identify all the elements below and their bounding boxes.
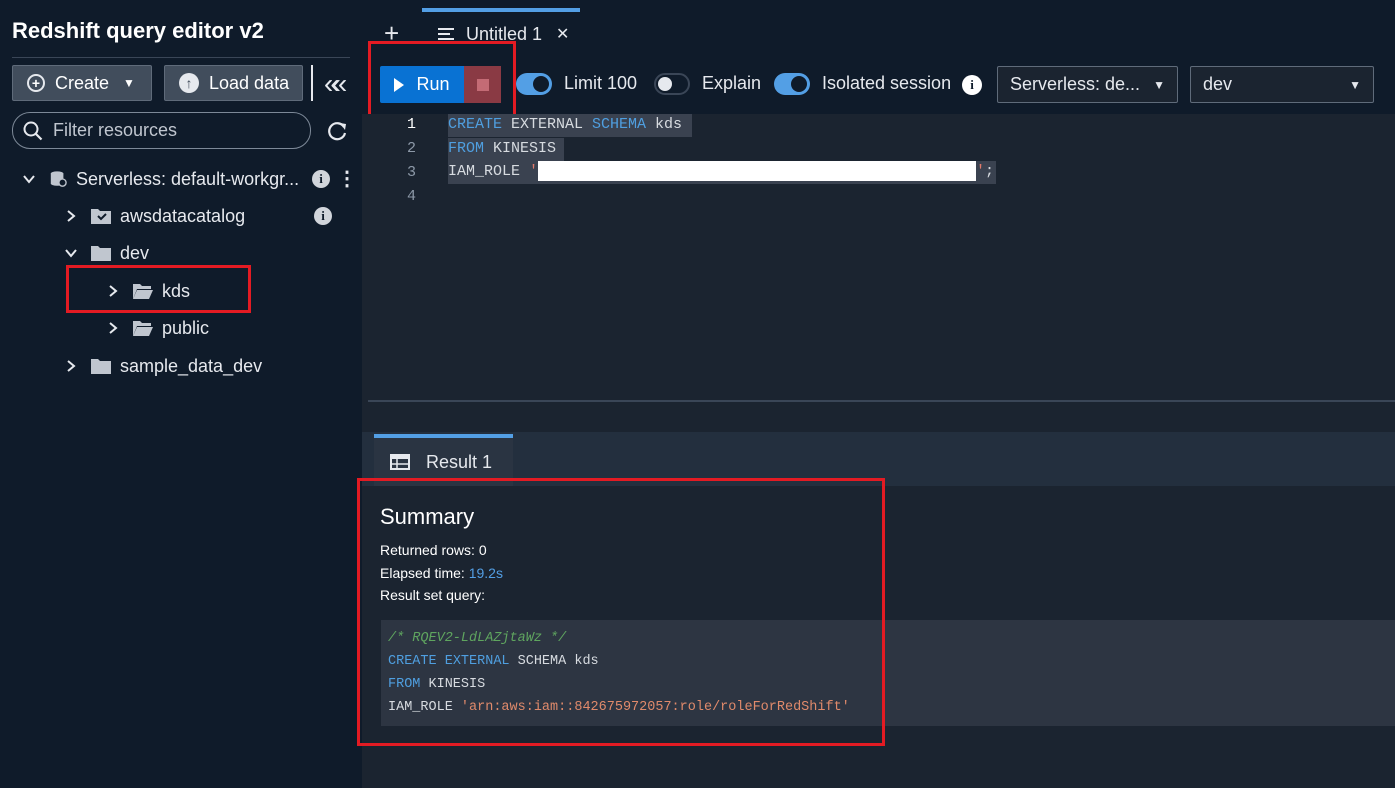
- sql-keyword: FROM: [448, 140, 485, 157]
- results-spacer: [368, 402, 1395, 432]
- tree-item-label: awsdatacatalog: [120, 205, 246, 226]
- sql-string-quote: ': [976, 163, 986, 180]
- refresh-icon[interactable]: [326, 120, 348, 142]
- info-icon[interactable]: i: [314, 207, 332, 225]
- info-icon[interactable]: i: [962, 75, 982, 95]
- chevron-down-icon: [23, 175, 35, 184]
- sql-keyword: SCHEMA: [592, 116, 647, 133]
- redacted-iam-role: [538, 161, 977, 182]
- line-number: 3: [406, 164, 416, 181]
- code-line-1: CREATE EXTERNAL SCHEMA kds: [448, 114, 693, 137]
- sql-text: IAM_ROLE: [448, 163, 530, 180]
- database-select[interactable]: dev ▼: [1190, 66, 1374, 103]
- tree-item-workgroup[interactable]: Serverless: default-workgr...: [22, 164, 299, 194]
- table-icon: [390, 454, 410, 470]
- open-folder-icon: [133, 321, 153, 336]
- folder-icon: [91, 246, 111, 261]
- tree-item-awsdatacatalog[interactable]: awsdatacatalog: [64, 201, 245, 231]
- limit-100-toggle[interactable]: [516, 73, 552, 95]
- highlight-box-summary: [357, 478, 885, 746]
- load-data-label: Load data: [209, 72, 290, 93]
- tree-item-label: dev: [120, 242, 150, 263]
- editor-tab-icon: [438, 28, 454, 40]
- sql-text: EXTERNAL: [502, 116, 593, 133]
- collapse-sidebar-icon[interactable]: ««: [324, 68, 347, 100]
- tab-label: Result 1: [426, 451, 493, 472]
- tree-item-dev[interactable]: dev: [64, 238, 149, 268]
- isolated-session-label: Isolated session: [822, 73, 952, 93]
- database-select-value: dev: [1203, 74, 1233, 94]
- tree-item-public[interactable]: public: [106, 313, 209, 343]
- title-divider: [12, 57, 350, 58]
- caret-down-icon: ▼: [1153, 77, 1165, 92]
- code-line-3: IAM_ROLE ' ';: [448, 161, 997, 184]
- line-number: 1: [406, 116, 416, 133]
- chevron-right-icon: [109, 322, 118, 334]
- sql-text: ;: [985, 163, 995, 180]
- chevron-down-icon: [65, 249, 77, 258]
- toolbar-separator: [311, 65, 313, 101]
- filter-resources-input[interactable]: [51, 119, 295, 142]
- close-tab-icon[interactable]: ✕: [556, 24, 569, 44]
- sql-text: KINESIS: [484, 140, 557, 157]
- info-icon[interactable]: i: [312, 170, 330, 188]
- chevron-right-icon: [67, 210, 76, 222]
- connection-select-value: Serverless: de...: [1010, 74, 1141, 94]
- app-title: Redshift query editor v2: [12, 18, 264, 43]
- limit-100-label: Limit 100: [564, 73, 638, 93]
- sql-text: kds: [646, 116, 683, 133]
- line-number: 2: [406, 140, 416, 157]
- create-button[interactable]: + Create ▼: [12, 65, 152, 101]
- tree-item-label: sample_data_dev: [120, 355, 263, 376]
- serverless-database-icon: [50, 171, 67, 187]
- code-line-2: FROM KINESIS: [448, 138, 565, 161]
- tree-item-label: Serverless: default-workgr...: [76, 168, 300, 189]
- load-data-button[interactable]: ↑ Load data: [164, 65, 303, 101]
- explain-toggle[interactable]: [654, 73, 690, 95]
- catalog-folder-icon: [91, 209, 111, 224]
- tree-item-label: public: [162, 317, 210, 338]
- connection-select[interactable]: Serverless: de... ▼: [997, 66, 1178, 103]
- explain-label: Explain: [702, 73, 762, 93]
- more-actions-icon[interactable]: ⋮: [337, 166, 357, 191]
- caret-down-icon: ▼: [1349, 77, 1361, 92]
- upload-icon: ↑: [179, 73, 199, 93]
- create-button-label: Create: [55, 72, 110, 93]
- caret-down-icon: ▼: [123, 76, 135, 90]
- chevron-right-icon: [67, 360, 76, 372]
- folder-icon: [91, 359, 111, 374]
- plus-circle-icon: +: [27, 74, 45, 92]
- highlight-box-kds: [66, 265, 251, 313]
- sql-string-quote: ': [529, 163, 539, 180]
- isolated-session-toggle[interactable]: [774, 73, 810, 95]
- search-icon: [23, 121, 43, 140]
- line-number: 4: [406, 188, 416, 205]
- filter-resources-field[interactable]: [12, 112, 311, 149]
- tree-item-sample-data-dev[interactable]: sample_data_dev: [64, 351, 262, 381]
- sql-keyword: CREATE: [448, 116, 503, 133]
